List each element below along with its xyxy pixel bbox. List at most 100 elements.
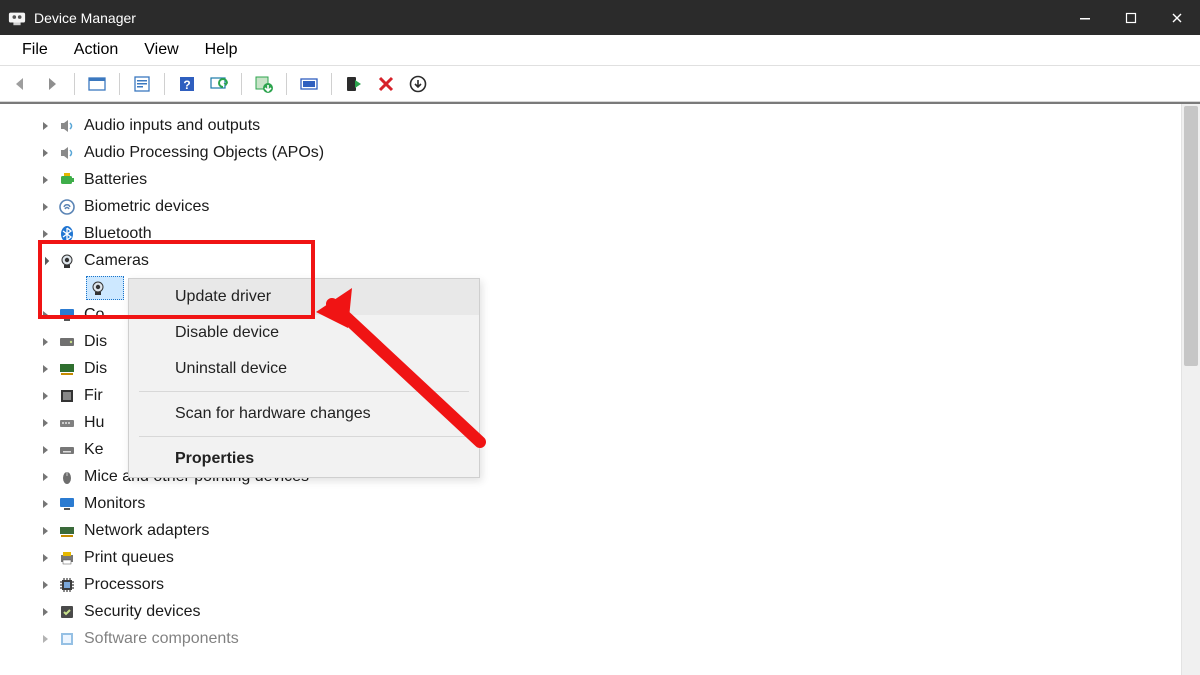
chevron-right-icon[interactable] <box>38 578 52 592</box>
chevron-right-icon[interactable] <box>38 389 52 403</box>
minimize-button[interactable] <box>1062 0 1108 35</box>
disk-icon <box>58 333 76 351</box>
selected-item[interactable] <box>86 276 124 300</box>
titlebar: Device Manager <box>0 0 1200 35</box>
tree-item-label: Print queues <box>84 549 174 567</box>
toolbar-separator <box>119 73 120 95</box>
chevron-right-icon[interactable] <box>38 200 52 214</box>
tree-item-label: Network adapters <box>84 522 209 540</box>
chevron-right-icon[interactable] <box>38 119 52 133</box>
toolbar-forward[interactable] <box>38 71 66 97</box>
chevron-right-icon[interactable] <box>38 173 52 187</box>
tree-item-batteries[interactable]: Batteries <box>38 166 1200 193</box>
toolbar-scan-hardware[interactable] <box>205 71 233 97</box>
chevron-right-icon[interactable] <box>38 605 52 619</box>
tree-item-label: Batteries <box>84 171 147 189</box>
toolbar-separator <box>331 73 332 95</box>
ctx-disable-device[interactable]: Disable device <box>129 315 479 351</box>
chevron-right-icon[interactable] <box>38 524 52 538</box>
tree-item-processors[interactable]: Processors <box>38 571 1200 598</box>
chevron-down-icon[interactable] <box>38 254 52 268</box>
ctx-separator <box>139 391 469 392</box>
tree-item-monitors[interactable]: Monitors <box>38 490 1200 517</box>
chevron-right-icon[interactable] <box>38 362 52 376</box>
speaker-icon <box>58 117 76 135</box>
chevron-right-icon[interactable] <box>38 551 52 565</box>
software-icon <box>58 630 76 648</box>
battery-icon <box>58 171 76 189</box>
toolbar-update-driver[interactable] <box>250 71 278 97</box>
svg-text:?: ? <box>183 78 190 92</box>
chevron-right-icon[interactable] <box>38 470 52 484</box>
tree-item-label: Fir <box>84 387 103 405</box>
menu-file[interactable]: File <box>10 38 60 62</box>
tree-item-label: Monitors <box>84 495 145 513</box>
tree-item-label: Audio inputs and outputs <box>84 117 260 135</box>
tree-item-biometric[interactable]: Biometric devices <box>38 193 1200 220</box>
tree-item-cameras[interactable]: Cameras <box>38 247 1200 274</box>
tree-item-audio-apo[interactable]: Audio Processing Objects (APOs) <box>38 139 1200 166</box>
window: Device Manager File Action View Help <box>0 0 1200 675</box>
toolbar-properties[interactable] <box>128 71 156 97</box>
tree-item-label: Software components <box>84 630 239 648</box>
network-icon <box>58 522 76 540</box>
ctx-separator <box>139 436 469 437</box>
menu-view[interactable]: View <box>132 38 190 62</box>
hid-icon <box>58 414 76 432</box>
tree-item-audio-io[interactable]: Audio inputs and outputs <box>38 112 1200 139</box>
close-button[interactable] <box>1154 0 1200 35</box>
tree-item-label: Processors <box>84 576 164 594</box>
tree-item-network[interactable]: Network adapters <box>38 517 1200 544</box>
tree-item-label: Dis <box>84 360 107 378</box>
context-menu: Update driver Disable device Uninstall d… <box>128 278 480 478</box>
tree-item-label: Biometric devices <box>84 198 209 216</box>
app-icon <box>8 9 26 27</box>
toolbar-help[interactable]: ? <box>173 71 201 97</box>
vertical-scrollbar[interactable] <box>1181 104 1200 675</box>
chevron-right-icon[interactable] <box>38 335 52 349</box>
chevron-right-icon[interactable] <box>38 443 52 457</box>
chevron-right-icon[interactable] <box>38 227 52 241</box>
toolbar-disable[interactable] <box>372 71 400 97</box>
toolbar-separator <box>286 73 287 95</box>
tree-item-label: Dis <box>84 333 107 351</box>
tree-item-label: Audio Processing Objects (APOs) <box>84 144 324 162</box>
toolbar: ? <box>0 66 1200 102</box>
chevron-right-icon[interactable] <box>38 416 52 430</box>
toolbar-show-hidden[interactable] <box>83 71 111 97</box>
scrollbar-thumb[interactable] <box>1184 106 1198 366</box>
menu-help[interactable]: Help <box>193 38 250 62</box>
security-icon <box>58 603 76 621</box>
chevron-right-icon[interactable] <box>38 632 52 646</box>
speaker-icon <box>58 144 76 162</box>
cpu-icon <box>58 576 76 594</box>
tree-item-software-components[interactable]: Software components <box>38 625 1200 652</box>
monitor-icon <box>58 306 76 324</box>
tree-item-bluetooth[interactable]: Bluetooth <box>38 220 1200 247</box>
tree-item-print[interactable]: Print queues <box>38 544 1200 571</box>
toolbar-enable[interactable] <box>340 71 368 97</box>
toolbar-back[interactable] <box>6 71 34 97</box>
toolbar-disable-circle[interactable] <box>404 71 432 97</box>
window-title: Device Manager <box>34 10 136 26</box>
mouse-icon <box>58 468 76 486</box>
tree-item-label: Co <box>84 306 104 324</box>
ctx-uninstall-device[interactable]: Uninstall device <box>129 351 479 387</box>
bluetooth-icon <box>58 225 76 243</box>
menubar: File Action View Help <box>0 35 1200 66</box>
ctx-update-driver[interactable]: Update driver <box>129 279 479 315</box>
maximize-button[interactable] <box>1108 0 1154 35</box>
camera-icon <box>58 252 76 270</box>
chevron-right-icon[interactable] <box>38 497 52 511</box>
printer-icon <box>58 549 76 567</box>
chevron-right-icon[interactable] <box>38 146 52 160</box>
content-area: Audio inputs and outputs Audio Processin… <box>0 102 1200 675</box>
firmware-icon <box>58 387 76 405</box>
tree-item-security[interactable]: Security devices <box>38 598 1200 625</box>
toolbar-uninstall[interactable] <box>295 71 323 97</box>
ctx-scan-hardware[interactable]: Scan for hardware changes <box>129 396 479 432</box>
menu-action[interactable]: Action <box>62 38 130 62</box>
ctx-properties[interactable]: Properties <box>129 441 479 477</box>
chevron-right-icon[interactable] <box>38 308 52 322</box>
camera-icon <box>89 279 107 297</box>
